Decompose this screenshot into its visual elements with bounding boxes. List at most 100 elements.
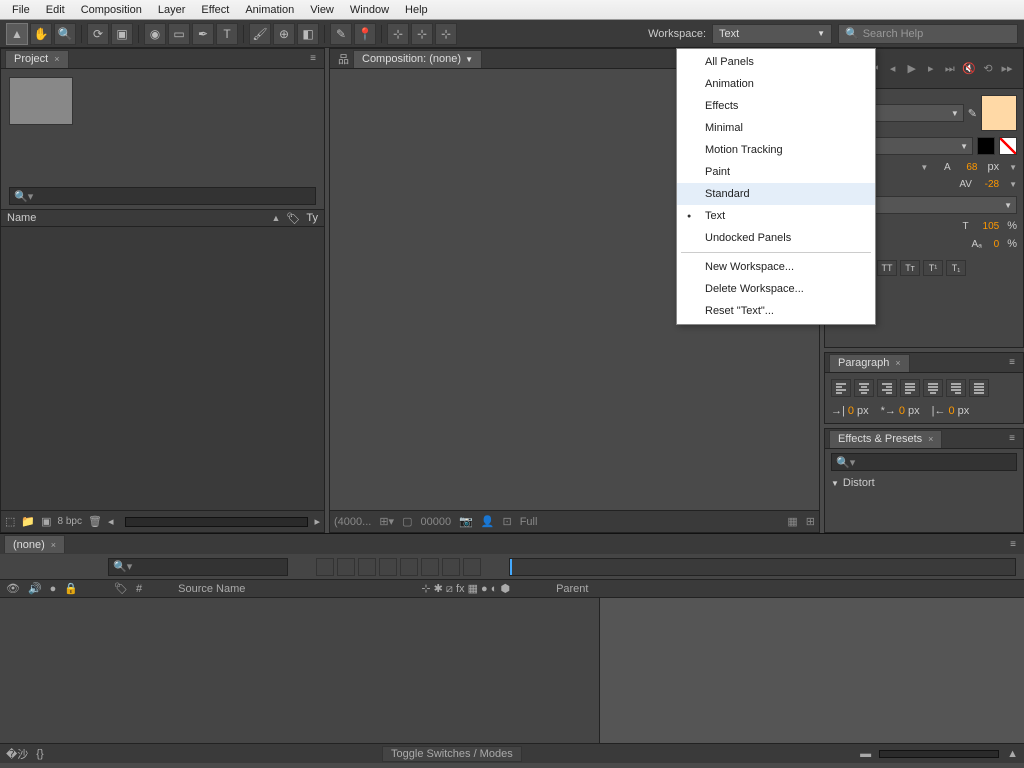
- magnification-dropdown[interactable]: (4000...: [334, 516, 371, 528]
- label-column-icon[interactable]: 🏷: [114, 582, 128, 595]
- roi-icon[interactable]: ⊡: [502, 515, 511, 528]
- time-ruler[interactable]: [509, 558, 1016, 576]
- clone-tool[interactable]: ⊕: [273, 23, 295, 45]
- resolution-dropdown[interactable]: Full: [520, 516, 538, 528]
- view-axis-tool[interactable]: ⊹: [435, 23, 457, 45]
- project-tab[interactable]: Project ×: [5, 50, 69, 68]
- justify-right-button[interactable]: [946, 379, 966, 397]
- roto-tool[interactable]: ✎: [330, 23, 352, 45]
- close-icon[interactable]: ×: [54, 54, 59, 64]
- align-right-button[interactable]: [877, 379, 897, 397]
- pan-behind-tool[interactable]: ◉: [144, 23, 166, 45]
- eraser-tool[interactable]: ◧: [297, 23, 319, 45]
- stroke-color-swatch[interactable]: [977, 137, 995, 155]
- menu-edit[interactable]: Edit: [38, 2, 73, 18]
- loop-icon[interactable]: ⟲: [980, 60, 996, 76]
- ws-item-undocked[interactable]: Undocked Panels: [677, 227, 875, 249]
- transparency-grid-icon[interactable]: ▦: [787, 515, 797, 528]
- rotation-tool[interactable]: ⟳: [87, 23, 109, 45]
- fill-color-swatch[interactable]: [981, 95, 1017, 131]
- menu-view[interactable]: View: [302, 2, 342, 18]
- timeline-search-input[interactable]: 🔍▾: [108, 558, 288, 576]
- expand-icon[interactable]: �沙: [6, 746, 28, 762]
- menu-window[interactable]: Window: [342, 2, 397, 18]
- current-time[interactable]: 00000: [420, 516, 451, 528]
- prev-frame-icon[interactable]: ◂: [885, 60, 901, 76]
- project-search-input[interactable]: 🔍▾: [9, 187, 316, 205]
- interpret-footage-icon[interactable]: ⬚: [5, 515, 15, 528]
- chevron-down-icon[interactable]: ▼: [465, 55, 473, 64]
- menu-composition[interactable]: Composition: [73, 2, 150, 18]
- ws-new-workspace[interactable]: New Workspace...: [677, 256, 875, 278]
- ws-item-effects[interactable]: Effects: [677, 95, 875, 117]
- all-caps-button[interactable]: TT: [877, 260, 897, 276]
- selection-tool[interactable]: ▲: [6, 23, 28, 45]
- solo-column-icon[interactable]: ●: [50, 583, 57, 595]
- ram-preview-icon[interactable]: ▸▸: [999, 60, 1015, 76]
- tracking-value[interactable]: -28: [985, 179, 999, 190]
- auto-keyframe-icon[interactable]: [442, 558, 460, 576]
- next-frame-icon[interactable]: ▸: [923, 60, 939, 76]
- ws-item-paint[interactable]: Paint: [677, 161, 875, 183]
- project-item-list[interactable]: [1, 227, 324, 510]
- name-column[interactable]: Name: [7, 212, 265, 224]
- ws-delete-workspace[interactable]: Delete Workspace...: [677, 278, 875, 300]
- close-icon[interactable]: ×: [928, 434, 933, 444]
- local-axis-tool[interactable]: ⊹: [387, 23, 409, 45]
- label-column-icon[interactable]: 🏷: [286, 212, 300, 225]
- ws-reset[interactable]: Reset "Text"...: [677, 300, 875, 322]
- horizontal-scrollbar[interactable]: [125, 517, 308, 527]
- indent-right-value[interactable]: 0: [949, 405, 955, 417]
- vscale-value[interactable]: 0: [994, 239, 1000, 250]
- menu-effect[interactable]: Effect: [193, 2, 237, 18]
- close-icon[interactable]: ×: [895, 358, 900, 368]
- toggle-pane-icon[interactable]: {}: [36, 748, 43, 760]
- panel-flyout-icon[interactable]: ≡: [306, 53, 320, 64]
- justify-all-button[interactable]: [969, 379, 989, 397]
- zoom-in-icon[interactable]: ▲: [1007, 748, 1018, 760]
- mask-tool[interactable]: ▭: [168, 23, 190, 45]
- effects-presets-tab[interactable]: Effects & Presets ×: [829, 430, 942, 448]
- motion-blur-icon[interactable]: [400, 558, 418, 576]
- comp-mini-flowchart-icon[interactable]: [316, 558, 334, 576]
- camera-tool[interactable]: ▣: [111, 23, 133, 45]
- toggle-switches-modes-button[interactable]: Toggle Switches / Modes: [382, 746, 522, 762]
- no-stroke-swatch[interactable]: [999, 137, 1017, 155]
- puppet-tool[interactable]: 📍: [354, 23, 376, 45]
- eyedropper-icon[interactable]: ✎: [968, 107, 977, 120]
- ws-item-all-panels[interactable]: All Panels: [677, 51, 875, 73]
- mute-icon[interactable]: 🔇: [961, 60, 977, 76]
- pen-tool[interactable]: ✒: [192, 23, 214, 45]
- draft-3d-icon[interactable]: [337, 558, 355, 576]
- brush-tool[interactable]: 🖌: [249, 23, 271, 45]
- ws-item-motion-tracking[interactable]: Motion Tracking: [677, 139, 875, 161]
- flowchart-icon[interactable]: 品: [334, 51, 353, 67]
- bpc-button[interactable]: 8 bpc: [58, 516, 82, 527]
- last-frame-icon[interactable]: ⏭: [942, 61, 958, 77]
- chevron-down-icon[interactable]: ▼: [920, 163, 928, 172]
- source-name-column[interactable]: Source Name: [178, 583, 245, 595]
- new-folder-icon[interactable]: 📁: [21, 515, 35, 528]
- composition-tab[interactable]: Composition: (none) ▼: [353, 50, 482, 68]
- indent-left-value[interactable]: 0: [848, 405, 854, 417]
- hand-tool[interactable]: ✋: [30, 23, 52, 45]
- hide-shy-icon[interactable]: [358, 558, 376, 576]
- chevron-down-icon[interactable]: ▼: [1009, 180, 1017, 189]
- subscript-button[interactable]: T₁: [946, 260, 966, 276]
- menu-layer[interactable]: Layer: [150, 2, 194, 18]
- hscale-value[interactable]: 105: [983, 221, 1000, 232]
- new-comp-icon[interactable]: ▣: [41, 515, 51, 528]
- type-column[interactable]: Ty: [306, 212, 318, 224]
- superscript-button[interactable]: T¹: [923, 260, 943, 276]
- ws-item-minimal[interactable]: Minimal: [677, 117, 875, 139]
- snapshot-icon[interactable]: 📷: [459, 515, 473, 528]
- world-axis-tool[interactable]: ⊹: [411, 23, 433, 45]
- indent-first-value[interactable]: 0: [899, 405, 905, 417]
- play-icon[interactable]: ▶: [904, 60, 920, 76]
- ws-item-animation[interactable]: Animation: [677, 73, 875, 95]
- ws-item-standard[interactable]: Standard: [677, 183, 875, 205]
- grid-icon[interactable]: ⊞▾: [379, 515, 394, 528]
- lock-column-icon[interactable]: 🔒: [64, 582, 78, 595]
- frame-blend-icon[interactable]: [379, 558, 397, 576]
- text-tool[interactable]: T: [216, 23, 238, 45]
